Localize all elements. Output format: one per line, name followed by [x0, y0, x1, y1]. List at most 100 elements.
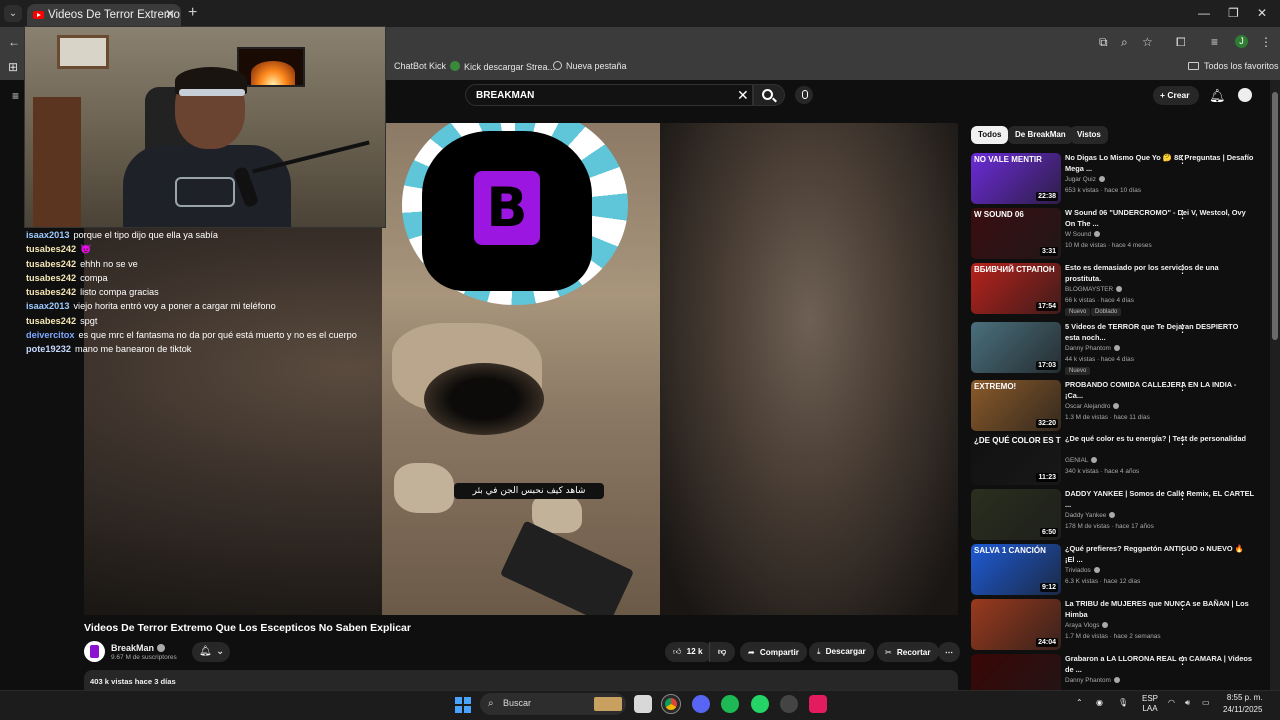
video-thumbnail[interactable]: ¿DE QUÉ COLOR ES TU ENERGÍA? 11:23: [971, 434, 1061, 485]
recommendation-channel[interactable]: Oscar Alejandro: [1065, 403, 1120, 410]
recommendation-channel[interactable]: Daddy Yankee: [1065, 512, 1116, 519]
dislike-button[interactable]: 👎︎: [709, 642, 735, 662]
recommendation-title[interactable]: 5 Videos de TERROR que Te Dejaran DESPIE…: [1065, 322, 1255, 343]
more-options-icon[interactable]: ⋮: [1177, 544, 1188, 557]
extensions-icon[interactable]: ⧠: [1176, 35, 1186, 50]
recommendation-title[interactable]: ¿De qué color es tu energía? | Test de p…: [1065, 434, 1255, 445]
recommendation-item[interactable]: 6:50 DADDY YANKEE | Somos de Calle Remix,…: [971, 489, 1266, 541]
recommendation-item[interactable]: ¿DE QUÉ COLOR ES TU ENERGÍA? 11:23 ¿De qué…: [971, 434, 1266, 486]
reading-list-icon[interactable]: ≡: [1211, 35, 1218, 49]
video-thumbnail[interactable]: 17:03: [971, 322, 1061, 373]
recommendation-item[interactable]: 17:03 5 Videos de TERROR que Te Dejaran D…: [971, 322, 1266, 375]
more-options-icon[interactable]: ⋮: [1177, 599, 1188, 612]
video-thumbnail[interactable]: ВБИВЧИЙ СТРАПОН 17:54: [971, 263, 1061, 314]
recommendation-channel[interactable]: W Sound: [1065, 231, 1101, 238]
video-thumbnail[interactable]: 24:04: [971, 599, 1061, 650]
recommendation-item[interactable]: SALVA 1 CANCIÓN 9:12 ¿Qué prefieres? Regga…: [971, 544, 1266, 596]
back-icon[interactable]: ←: [8, 35, 20, 49]
volume-icon[interactable]: 🔊︎: [1185, 698, 1190, 708]
new-tab-icon[interactable]: +: [188, 4, 197, 22]
discord-icon[interactable]: [692, 695, 710, 713]
bookmark-kick-descargar[interactable]: Kick descargar Strea...: [450, 61, 555, 72]
create-button[interactable]: + Crear: [1153, 86, 1199, 105]
chip-todos[interactable]: Todos: [971, 126, 1009, 144]
whatsapp-icon[interactable]: [751, 695, 769, 713]
video-thumbnail[interactable]: NO VALE MENTIR 22:38: [971, 153, 1061, 204]
chip-vistos[interactable]: Vistos: [1070, 126, 1108, 144]
bookmark-chatbot-kick[interactable]: ChatBot Kick: [394, 61, 446, 71]
bookmark-nueva-pestana[interactable]: Nueva pestaña: [553, 61, 627, 71]
voice-search-icon[interactable]: [795, 86, 813, 104]
spotify-icon[interactable]: [721, 695, 739, 713]
recommendation-title[interactable]: La TRIBU de MUJERES que NUNCA se BAÑAN |…: [1065, 599, 1255, 620]
file-explorer-icon[interactable]: [634, 695, 652, 713]
recommendation-item[interactable]: ВБИВЧИЙ СТРАПОН 17:54 Esto es demasiado po…: [971, 263, 1266, 316]
close-window-icon[interactable]: ✕: [1257, 6, 1267, 20]
recommendation-item[interactable]: W SOUND 06 3:31 W Sound 06 "UNDERCROMO" - …: [971, 208, 1266, 260]
video-description-box[interactable]: 403 k vistas hace 3 días: [84, 670, 958, 690]
browser-menu-icon[interactable]: ⋮: [1260, 35, 1272, 49]
tray-overflow-icon[interactable]: ⌃: [1076, 698, 1083, 707]
bookmark-star-icon[interactable]: ☆: [1142, 35, 1153, 49]
search-button[interactable]: [753, 84, 785, 106]
more-options-icon[interactable]: ⋮: [1177, 208, 1188, 221]
clear-search-icon[interactable]: ✕: [737, 87, 749, 104]
more-options-icon[interactable]: ⋮: [1177, 153, 1188, 166]
recommendation-channel[interactable]: GENIAL: [1065, 457, 1098, 464]
hamburger-menu-icon[interactable]: ≡: [12, 89, 19, 103]
more-options-icon[interactable]: ⋮: [1177, 380, 1188, 393]
recommendation-channel[interactable]: Danny Phantom: [1065, 345, 1120, 352]
share-button[interactable]: ➦ Compartir: [740, 642, 807, 662]
recommendation-title[interactable]: Esto es demasiado por los servicios de u…: [1065, 263, 1255, 284]
recommendation-item[interactable]: EXTREMO! 32:20 PROBANDO COMIDA CALLEJERA E…: [971, 380, 1266, 432]
restore-icon[interactable]: ❐: [1228, 6, 1239, 20]
account-avatar[interactable]: [1238, 88, 1252, 102]
zoom-icon[interactable]: ⌕: [1121, 35, 1128, 50]
recommendation-title[interactable]: No Digas Lo Mismo Que Yo 🤔 88 Preguntas …: [1065, 153, 1255, 174]
recommendation-title[interactable]: DADDY YANKEE | Somos de Calle Remix, EL …: [1065, 489, 1255, 510]
more-actions-button[interactable]: ⋯: [938, 642, 960, 662]
taskbar-widget-icon[interactable]: [594, 697, 622, 711]
channel-avatar[interactable]: [84, 641, 105, 662]
recommendation-channel[interactable]: Jugar Quiz: [1065, 176, 1105, 183]
tab-search-icon[interactable]: ⌄: [4, 5, 22, 22]
microphone-icon[interactable]: 🎙︎: [1118, 698, 1128, 707]
subscription-bell-button[interactable]: 🔔︎ ⌄: [192, 642, 230, 662]
video-thumbnail[interactable]: 6:50: [971, 489, 1061, 540]
recommendation-channel[interactable]: BLOGMAYSTER: [1065, 286, 1123, 293]
more-options-icon[interactable]: ⋮: [1177, 434, 1188, 447]
notifications-bell-icon[interactable]: 🔔︎: [1209, 88, 1226, 104]
clip-button[interactable]: ✂ Recortar: [877, 642, 939, 662]
like-button[interactable]: 👍︎ 12 k: [665, 642, 713, 662]
video-thumbnail[interactable]: SALVA 1 CANCIÓN 9:12: [971, 544, 1061, 595]
chrome-icon[interactable]: [661, 694, 681, 714]
recommendation-title[interactable]: ¿Qué prefieres? Reggaetón ANTIGUO o NUEV…: [1065, 544, 1255, 565]
tray-app-icon[interactable]: ◉: [1096, 698, 1103, 707]
more-options-icon[interactable]: ⋮: [1177, 263, 1188, 276]
page-scrollbar[interactable]: [1270, 80, 1280, 690]
minimize-icon[interactable]: —: [1198, 6, 1210, 20]
language-indicator[interactable]: ESP LAA: [1142, 694, 1158, 714]
recommendation-item[interactable]: NO VALE MENTIR 22:38 No Digas Lo Mismo Que…: [971, 153, 1266, 205]
wifi-icon[interactable]: ◠: [1168, 698, 1175, 707]
profile-avatar[interactable]: J: [1235, 35, 1248, 48]
tiktok-icon[interactable]: [809, 695, 827, 713]
obs-icon[interactable]: [780, 695, 798, 713]
search-input[interactable]: BREAKMAN: [465, 84, 753, 106]
video-thumbnail[interactable]: W SOUND 06 3:31: [971, 208, 1061, 259]
more-options-icon[interactable]: ⋮: [1177, 489, 1188, 502]
download-button[interactable]: ⤓ Descargar: [809, 642, 874, 662]
apps-grid-icon[interactable]: ⊞: [8, 60, 18, 74]
tab-close-icon[interactable]: ✕: [165, 7, 175, 21]
cast-icon[interactable]: ⧉: [1099, 35, 1108, 50]
chip-de-breakman[interactable]: De BreakMan: [1008, 126, 1073, 144]
channel-name[interactable]: BreakMan: [111, 643, 166, 653]
recommendation-title[interactable]: Grabaron a LA LLORONA REAL en CAMARA | V…: [1065, 654, 1255, 675]
recommendation-item[interactable]: 24:04 La TRIBU de MUJERES que NUNCA se BA…: [971, 599, 1266, 651]
battery-icon[interactable]: ▭: [1202, 698, 1210, 707]
recommendation-channel[interactable]: Danny Phantom: [1065, 677, 1120, 684]
all-favorites-folder[interactable]: Todos los favoritos: [1188, 61, 1279, 71]
recommendation-channel[interactable]: Araya Vlogs: [1065, 622, 1109, 629]
taskbar-clock[interactable]: 8:55 p. m. 24/11/2025: [1223, 692, 1262, 716]
scrollbar-thumb[interactable]: [1272, 92, 1278, 340]
